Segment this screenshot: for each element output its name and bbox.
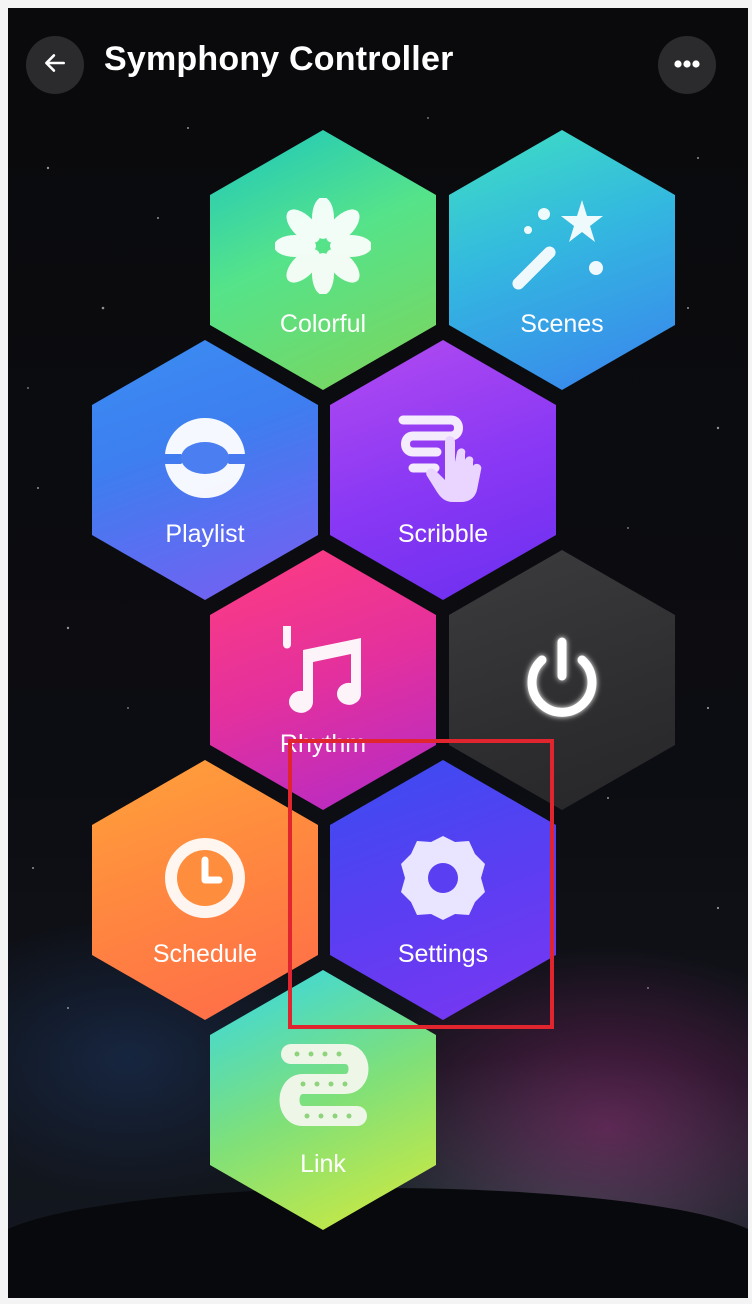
tile-label: Scenes [520, 310, 604, 338]
tile-label: Playlist [165, 520, 245, 548]
app-screen: Symphony Controller Colorful Scenes Play… [8, 8, 748, 1298]
tile-label: Scribble [397, 520, 489, 548]
tile-label: Colorful [279, 310, 367, 338]
arrow-left-icon [42, 50, 68, 81]
tile-label: Rhythm [279, 730, 367, 758]
cycle-arrows-icon [159, 412, 251, 509]
horizon-silhouette [8, 1188, 748, 1298]
more-options-button[interactable] [658, 36, 716, 94]
flower-icon [274, 197, 372, 299]
tile-label: Link [300, 1150, 346, 1178]
more-horizontal-icon [673, 56, 701, 74]
header-bar: Symphony Controller [8, 8, 748, 118]
tile-label: Schedule [152, 940, 258, 968]
clock-icon [159, 832, 251, 929]
power-icon [514, 632, 610, 733]
music-note-icon [273, 620, 373, 725]
magic-wand-icon [512, 192, 612, 297]
back-button[interactable] [26, 36, 84, 94]
led-strip-icon [273, 1036, 373, 1141]
tile-label: Settings [397, 940, 489, 968]
hand-scribble-icon [393, 406, 493, 511]
page-title: Symphony Controller [104, 40, 454, 78]
gear-icon [397, 832, 489, 929]
